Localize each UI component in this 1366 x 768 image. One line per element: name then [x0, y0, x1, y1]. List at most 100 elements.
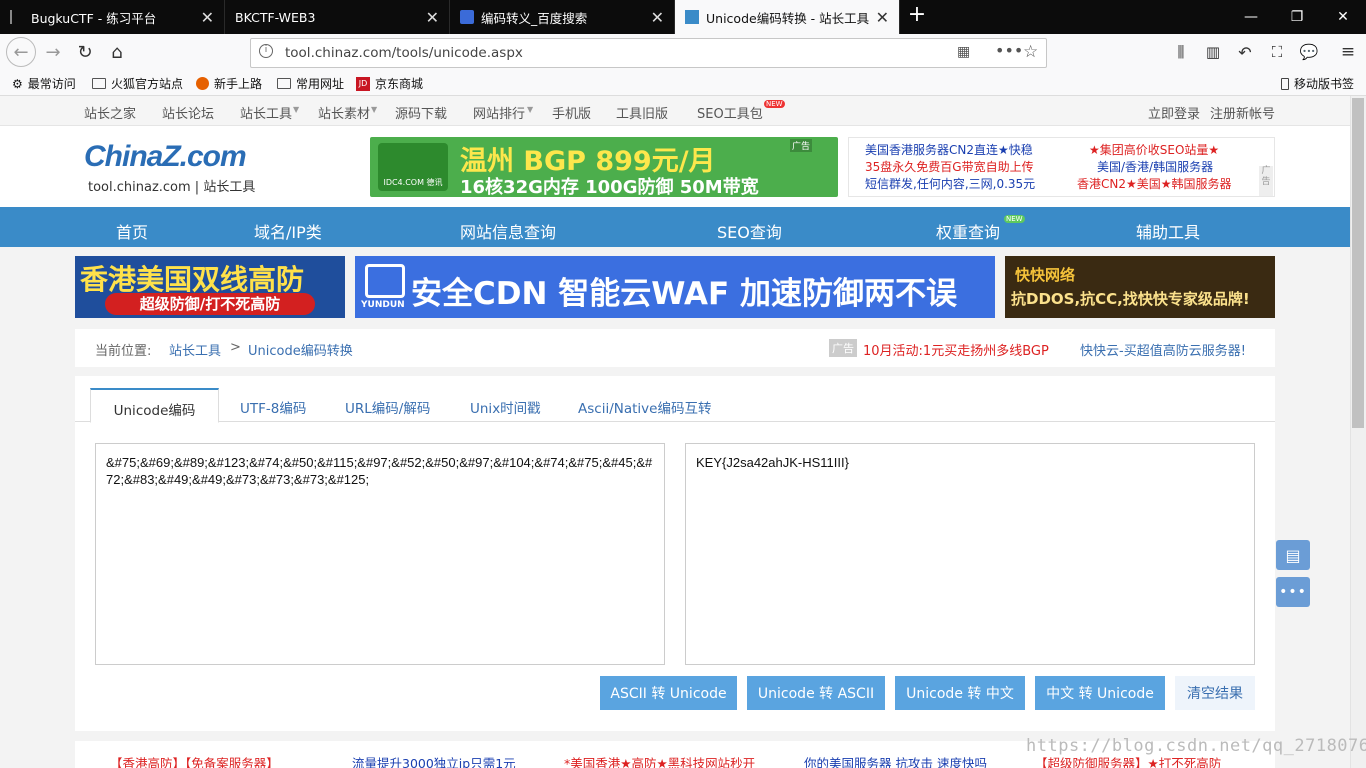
info-icon[interactable]: i — [259, 44, 273, 58]
mobile-bookmarks[interactable]: 移动版书签 — [1281, 75, 1354, 92]
link-rank[interactable]: 网站排行 — [473, 103, 525, 122]
text-ad-left-1[interactable]: 美国香港服务器CN2直连★快稳 — [865, 142, 1033, 159]
chevron-down-icon: ▼ — [371, 105, 378, 114]
link-seo-pack[interactable]: SEO工具包 — [697, 103, 763, 122]
crumb-ad-bgp[interactable]: 10月活动:1元买走扬州多线BGP — [863, 340, 1049, 359]
header-ad-banner[interactable]: IDC4.COM 德讯 温州 BGP 899元/月 16核32G内存 100G防… — [370, 137, 838, 197]
chat-icon[interactable]: 💬 — [1294, 37, 1324, 67]
close-tab-icon[interactable]: ✕ — [201, 8, 214, 27]
link-tools[interactable]: 站长工具 — [240, 103, 292, 122]
yundun-logo-icon — [365, 264, 405, 298]
link-forum[interactable]: 站长论坛 — [162, 103, 214, 122]
banner-yundun-cdn[interactable]: YUNDUN 安全CDN 智能云WAF 加速防御两不误 — [355, 256, 995, 318]
tab-utf8[interactable]: UTF-8编码 — [240, 388, 306, 423]
minimize-icon[interactable]: — — [1228, 0, 1274, 34]
tab-bkctf[interactable]: BKCTF-WEB3 ✕ — [225, 0, 450, 34]
bottom-ad-1[interactable]: 【香港高防】【免备案服务器】 — [110, 753, 279, 768]
nav-aux-tools[interactable]: 辅助工具 — [1136, 219, 1200, 243]
breadcrumb-current[interactable]: Unicode编码转换 — [248, 340, 353, 359]
input-textarea[interactable]: &#75;&#69;&#89;&#123;&#74;&#50;&#115;&#9… — [95, 443, 665, 665]
crumb-ad-cloud[interactable]: 快快云-买超值高防云服务器! — [1080, 340, 1246, 359]
bookmark-common-folder[interactable]: 常用网址 — [277, 75, 344, 92]
close-tab-icon[interactable]: ✕ — [651, 8, 664, 27]
forward-icon[interactable]: → — [38, 37, 68, 67]
chinese-to-unicode-button[interactable]: 中文 转 Unicode — [1035, 676, 1165, 710]
bottom-ad-4[interactable]: 你的美国服务器 抗攻击 速度快吗 — [804, 753, 987, 768]
tab-url-encode[interactable]: URL编码/解码 — [345, 388, 430, 423]
tab-strip: BugkuCTF - 练习平台 ✕ BKCTF-WEB3 ✕ 编码转义_百度搜索… — [0, 0, 1366, 34]
qr-code-icon[interactable]: ▦ — [957, 44, 970, 60]
new-tab-button[interactable]: + — [903, 2, 931, 32]
screenshot-icon[interactable]: ⛶ — [1262, 37, 1292, 67]
banner-title: 安全CDN 智能云WAF 加速防御两不误 — [411, 276, 957, 312]
chinaz-icon — [685, 10, 699, 24]
unicode-to-ascii-button[interactable]: Unicode 转 ASCII — [747, 676, 885, 710]
ascii-to-unicode-button[interactable]: ASCII 转 Unicode — [600, 676, 737, 710]
home-icon[interactable]: ⌂ — [102, 37, 132, 67]
sidebar-icon[interactable]: ▥ — [1198, 37, 1228, 67]
link-old-tools[interactable]: 工具旧版 — [616, 103, 668, 122]
url-text[interactable]: tool.chinaz.com/tools/unicode.aspx — [285, 45, 523, 61]
bottom-ad-2[interactable]: 流量提升3000独立ip只需1元 — [352, 753, 516, 768]
ad-brand-logo: IDC4.COM 德讯 — [378, 143, 448, 191]
register-link[interactable]: 注册新帐号 — [1210, 103, 1275, 122]
scrollbar-thumb[interactable] — [1352, 98, 1364, 428]
nav-site-info[interactable]: 网站信息查询 — [460, 219, 556, 243]
link-chinaz-home[interactable]: 站长之家 — [84, 103, 136, 122]
bookmark-getting-started[interactable]: 新手上路 — [196, 75, 262, 92]
nav-seo[interactable]: SEO查询 — [717, 219, 782, 243]
tab-unix-time[interactable]: Unix时间戳 — [470, 388, 541, 423]
clear-result-button[interactable]: 清空结果 — [1175, 676, 1255, 710]
flag-icon — [10, 10, 24, 24]
more-icon[interactable]: ••• — [1276, 577, 1310, 607]
bookmark-firefox-folder[interactable]: 火狐官方站点 — [92, 75, 183, 92]
phone-icon — [1281, 77, 1289, 90]
close-tab-icon[interactable]: ✕ — [876, 8, 889, 27]
banner-subtitle: 超级防御/打不死高防 — [105, 293, 315, 315]
bookmark-most-visited[interactable]: ⚙ 最常访问 — [12, 75, 76, 92]
firefox-icon — [196, 77, 209, 90]
page-actions-icon[interactable]: ••• — [995, 41, 1023, 60]
banner-kuaikuai[interactable]: 快快网络 抗DDOS,抗CC,找快快专家级品牌! — [1005, 256, 1275, 318]
address-bar[interactable]: i tool.chinaz.com/tools/unicode.aspx ▦ •… — [250, 38, 1047, 68]
close-tab-icon[interactable]: ✕ — [426, 8, 439, 27]
tab-unicode-active[interactable]: Unicode编码转换 - 站长工具 ✕ — [675, 0, 900, 34]
feedback-icon[interactable]: ▤ — [1276, 540, 1310, 570]
nav-home[interactable]: 首页 — [116, 219, 148, 243]
banner-brand: 快快网络 — [1015, 266, 1076, 284]
tab-baidu[interactable]: 编码转义_百度搜索 ✕ — [450, 0, 675, 34]
tab-ascii-native[interactable]: Ascii/Native编码互转 — [578, 388, 711, 423]
folder-icon — [92, 78, 106, 89]
window-close-icon[interactable]: ✕ — [1320, 0, 1366, 34]
undo-close-icon[interactable]: ↶ — [1230, 37, 1260, 67]
nav-weight[interactable]: 权重查询 — [936, 219, 1000, 243]
login-link[interactable]: 立即登录 — [1148, 103, 1200, 122]
bookmark-jd[interactable]: JD 京东商城 — [356, 75, 423, 92]
banner-hk-us-defense[interactable]: 香港美国双线高防 超级防御/打不死高防 — [75, 256, 345, 318]
bookmarks-toolbar: ⚙ 最常访问 火狐官方站点 新手上路 常用网址 JD 京东商城 移动版书签 — [0, 72, 1366, 96]
link-source[interactable]: 源码下载 — [395, 103, 447, 122]
main-nav: 首页 域名/IP类 网站信息查询 SEO查询 权重查询 NEW 辅助工具 — [0, 207, 1350, 247]
text-ad-right-1[interactable]: ★集团高价收SEO站量★ — [1089, 142, 1219, 159]
ad-tag: 广告 — [829, 339, 857, 357]
breadcrumb-home[interactable]: 站长工具 — [169, 340, 221, 359]
bookmark-star-icon[interactable]: ☆ — [1023, 42, 1038, 62]
library-icon[interactable]: ⫼ — [1166, 37, 1196, 67]
text-ad-left-3[interactable]: 短信群发,任何内容,三网,0.35元 — [865, 176, 1035, 193]
text-ad-right-3[interactable]: 香港CN2★美国★韩国服务器 — [1077, 176, 1232, 193]
reload-icon[interactable]: ↻ — [70, 37, 100, 67]
bottom-ad-3[interactable]: *美国香港★高防★黑科技网站秒开 — [564, 753, 755, 768]
text-ad-left-2[interactable]: 35盘永久免费百G带宽自助上传 — [865, 159, 1034, 176]
menu-icon[interactable]: ≡ — [1333, 37, 1363, 67]
link-mobile[interactable]: 手机版 — [552, 103, 591, 122]
link-materials[interactable]: 站长素材 — [318, 103, 370, 122]
back-icon[interactable]: ← — [6, 37, 36, 67]
output-textarea[interactable]: KEY{J2sa42ahJK-HS11III} — [685, 443, 1255, 665]
nav-domain-ip[interactable]: 域名/IP类 — [254, 219, 322, 243]
restore-icon[interactable]: ❐ — [1274, 0, 1320, 34]
text-ad-right-2[interactable]: 美国/香港/韩国服务器 — [1097, 159, 1213, 176]
chinaz-logo[interactable]: ChinaZ.com — [84, 140, 247, 174]
tab-unicode[interactable]: Unicode编码 — [90, 388, 219, 423]
tab-bugku[interactable]: BugkuCTF - 练习平台 ✕ — [0, 0, 225, 34]
unicode-to-chinese-button[interactable]: Unicode 转 中文 — [895, 676, 1025, 710]
